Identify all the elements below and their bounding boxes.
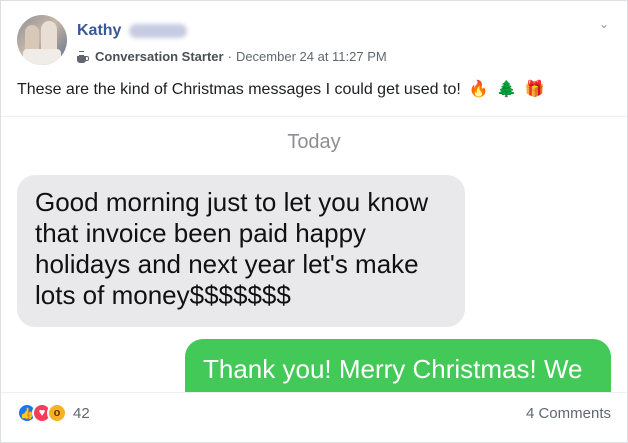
conversation-starter-badge[interactable]: Conversation Starter xyxy=(95,49,224,64)
chevron-down-icon[interactable]: ⌄ xyxy=(597,17,611,31)
post-message-text: These are the kind of Christmas messages… xyxy=(17,81,461,98)
meta-separator: · xyxy=(227,49,232,64)
fire-emoji-icon: 🔥 xyxy=(468,81,489,98)
day-label: Today xyxy=(287,131,341,153)
author-name[interactable]: Kathy xyxy=(77,22,121,40)
author-row: Kathy xyxy=(77,20,188,42)
gift-emoji-icon: 🎁 xyxy=(524,81,545,98)
reactions-summary[interactable]: 👍 ♥ o 42 xyxy=(17,403,90,423)
post-header: Kathy Conversation Starter · December 24… xyxy=(17,15,611,69)
post-message: These are the kind of Christmas messages… xyxy=(17,81,545,99)
comments-link[interactable]: 4 Comments xyxy=(526,405,611,422)
incoming-message-bubble: Good morning just to let you know that i… xyxy=(17,175,465,327)
post-meta: Conversation Starter · December 24 at 11… xyxy=(77,49,387,64)
attached-screenshot[interactable]: Today Good morning just to let you know … xyxy=(1,116,627,393)
redacted-surname xyxy=(129,24,188,38)
wow-icon: o xyxy=(47,403,67,423)
outgoing-message-text: Thank you! Merry Christmas! We xyxy=(203,354,583,384)
avatar[interactable] xyxy=(17,15,67,65)
avatar-figure xyxy=(23,49,61,65)
christmas-tree-emoji-icon: 🌲 xyxy=(496,81,517,98)
incoming-message-text: Good morning just to let you know that i… xyxy=(35,187,429,310)
reaction-count[interactable]: 42 xyxy=(73,405,90,422)
facebook-post: Kathy Conversation Starter · December 24… xyxy=(0,0,628,443)
coffee-cup-icon xyxy=(77,50,89,63)
post-footer: 👍 ♥ o 42 4 Comments xyxy=(17,393,611,437)
post-timestamp[interactable]: December 24 at 11:27 PM xyxy=(236,49,387,64)
outgoing-message-bubble: Thank you! Merry Christmas! We xyxy=(185,339,611,392)
